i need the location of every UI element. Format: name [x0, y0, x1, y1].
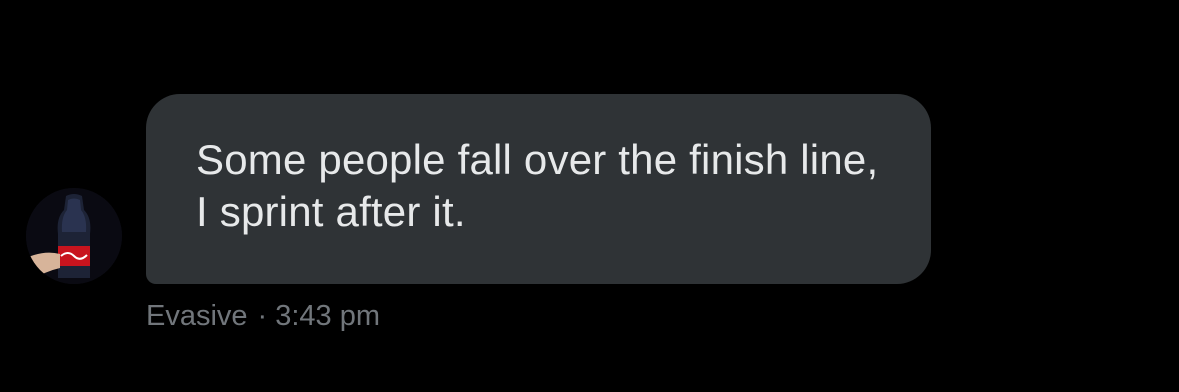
message-timestamp: 3:43 pm [275, 299, 381, 332]
message-text: Some people fall over the finish line, I… [196, 136, 891, 235]
message-bubble[interactable]: Some people fall over the finish line, I… [146, 94, 931, 284]
sender-name[interactable]: Evasive [146, 300, 248, 333]
meta-separator: · [257, 299, 268, 332]
message-row: Some people fall over the finish line, I… [0, 0, 1179, 392]
message-meta: Evasive · 3:43 pm [146, 296, 380, 336]
avatar[interactable] [26, 188, 122, 284]
coca-cola-bottle-avatar-icon [26, 188, 122, 284]
